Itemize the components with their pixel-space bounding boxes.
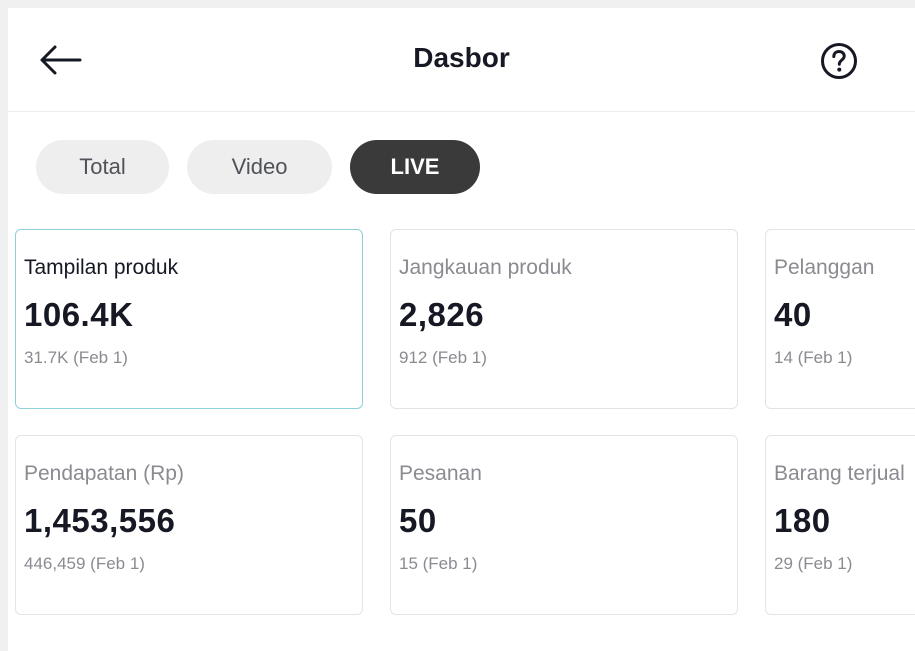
question-circle-icon (821, 43, 857, 79)
metric-value: 50 (399, 502, 437, 539)
metric-value: 180 (774, 502, 831, 539)
metric-label: Pesanan (399, 462, 482, 485)
top-bar: Dasbor (8, 8, 915, 112)
metric-card-items-sold[interactable]: Barang terjual 180 29 (Feb 1) (765, 435, 915, 615)
tab-live[interactable]: LIVE (350, 140, 480, 194)
metric-value: 1,453,556 (24, 502, 176, 539)
metric-comparison: 31.7K (Feb 1) (24, 348, 128, 367)
metric-label: Pendapatan (Rp) (24, 462, 184, 485)
metric-comparison: 912 (Feb 1) (399, 348, 487, 367)
tab-total[interactable]: Total (36, 140, 169, 194)
metric-card-customers[interactable]: Pelanggan 40 14 (Feb 1) (765, 229, 915, 409)
metric-label: Barang terjual (774, 462, 905, 485)
metric-comparison: 15 (Feb 1) (399, 554, 478, 573)
metric-comparison: 29 (Feb 1) (774, 554, 853, 573)
metric-card-product-views[interactable]: Tampilan produk 106.4K 31.7K (Feb 1) (15, 229, 363, 409)
dashboard-screen: Dasbor Total Video LIVE Tampilan produk … (8, 8, 915, 651)
metric-label: Pelanggan (774, 256, 875, 279)
metric-value: 40 (774, 296, 812, 333)
help-button[interactable] (816, 38, 862, 84)
metric-comparison: 446,459 (Feb 1) (24, 554, 145, 573)
metric-card-product-reach[interactable]: Jangkauan produk 2,826 912 (Feb 1) (390, 229, 738, 409)
metric-card-revenue[interactable]: Pendapatan (Rp) 1,453,556 446,459 (Feb 1… (15, 435, 363, 615)
metric-label: Jangkauan produk (399, 256, 572, 279)
metric-label: Tampilan produk (24, 256, 179, 279)
metric-comparison: 14 (Feb 1) (774, 348, 853, 367)
metric-value: 2,826 (399, 296, 485, 333)
metric-card-orders[interactable]: Pesanan 50 15 (Feb 1) (390, 435, 738, 615)
metric-value: 106.4K (24, 296, 134, 333)
page-title: Dasbor (413, 42, 510, 73)
tab-video[interactable]: Video (187, 140, 332, 194)
